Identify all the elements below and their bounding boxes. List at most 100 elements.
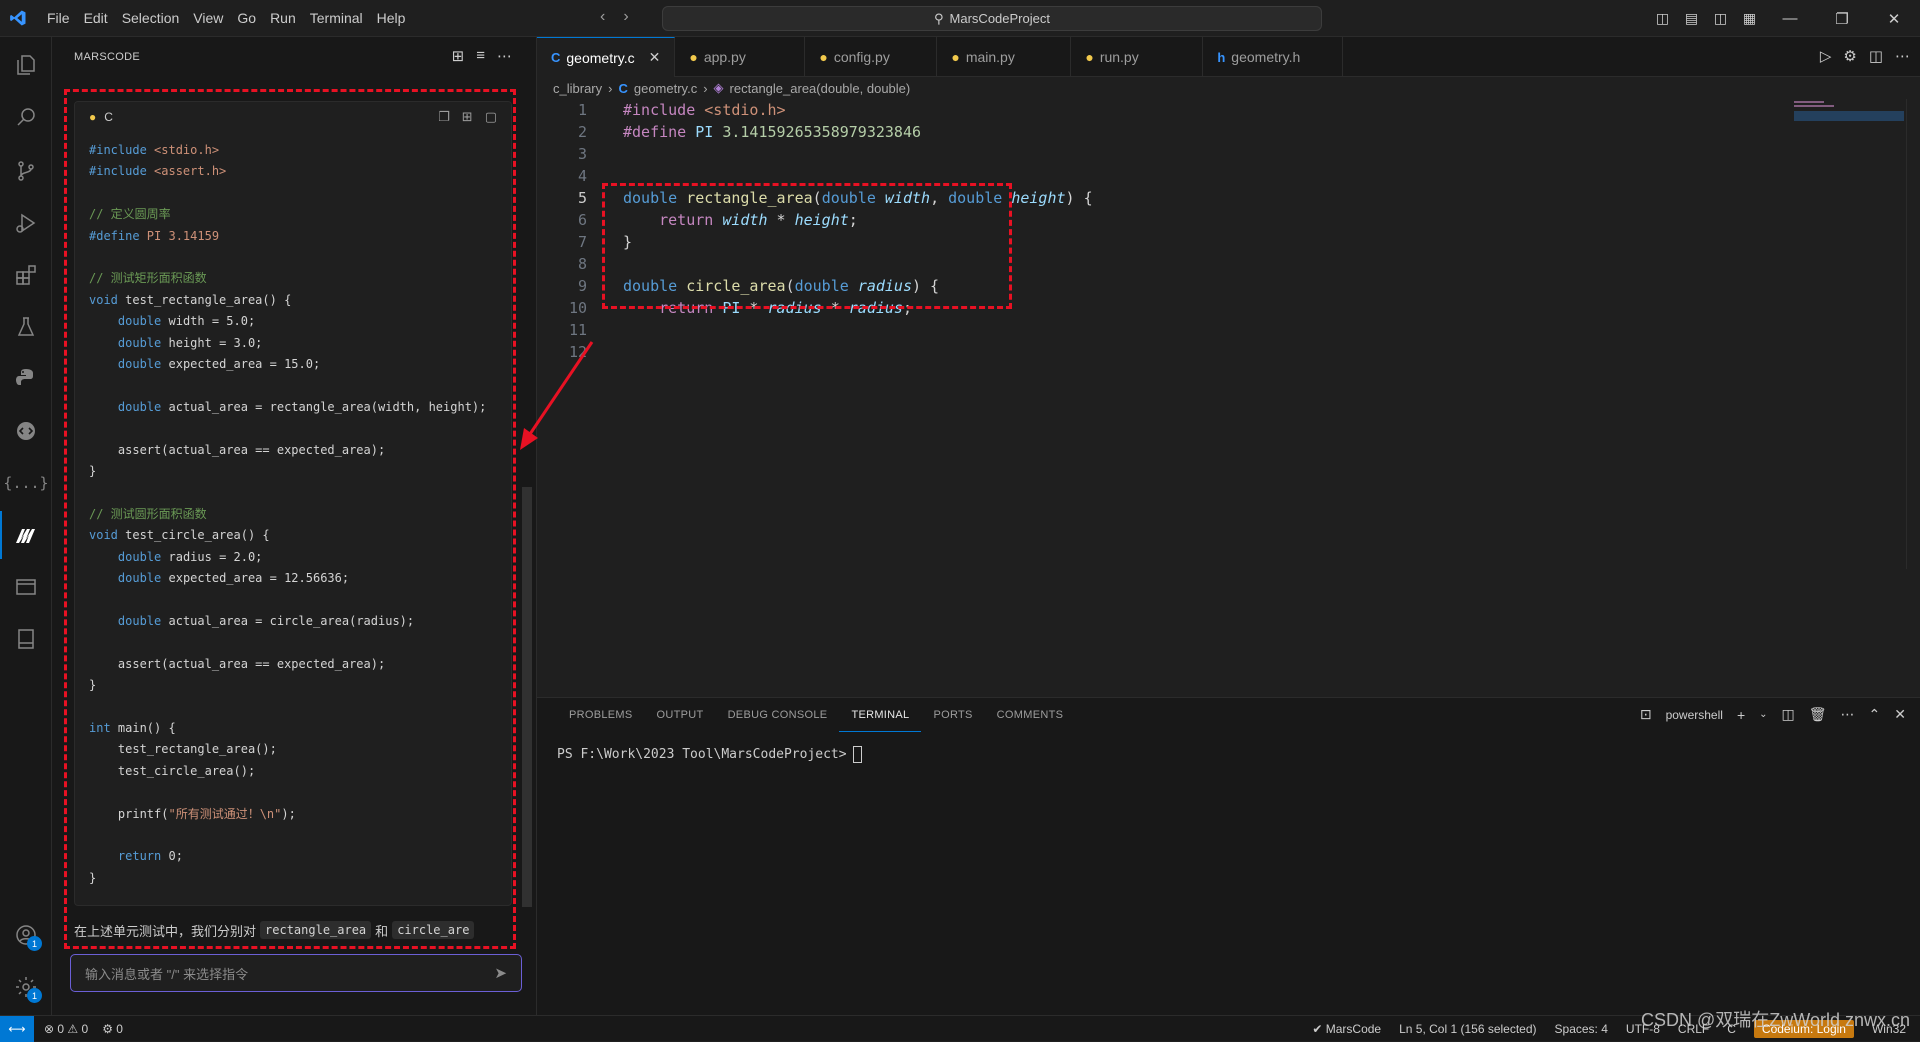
search-view-icon[interactable] [0,93,52,141]
restore-icon[interactable]: ❐ [1816,10,1868,28]
line-number: 3 [577,145,587,163]
line-number: 10 [568,299,587,317]
chat-code-icon[interactable] [0,407,52,455]
terminal-content[interactable]: PS F:\Work\2023 Tool\MarsCodeProject> [557,746,862,763]
summary-code-rectangle: rectangle_area [260,921,372,939]
close-window-icon[interactable]: ✕ [1868,10,1920,28]
run-debug-icon[interactable] [0,199,52,247]
explorer-icon[interactable] [0,41,52,89]
breadcrumb-separator-icon: › [703,80,708,96]
toggle-secondary-sidebar-icon[interactable]: ◫ [1706,10,1735,27]
back-arrow-icon[interactable]: ‹ [600,8,605,26]
breadcrumb-separator-icon: › [608,80,613,96]
tab-problems[interactable]: PROBLEMS [557,698,645,732]
marscode-status[interactable]: ✔ MarsCode [1312,1022,1381,1036]
breadcrumb-symbol[interactable]: rectangle_area(double, double) [730,81,911,96]
minimap[interactable] [1794,99,1904,139]
terminal-shell-label[interactable]: powershell [1666,708,1723,722]
extensions-icon[interactable] [0,251,52,299]
command-center-label: MarsCodeProject [949,11,1050,26]
terminal-prompt: PS F:\Work\2023 Tool\MarsCodeProject> [557,747,847,762]
toggle-panel-icon[interactable]: ▤ [1677,10,1706,27]
tab-comments[interactable]: COMMENTS [985,698,1076,732]
sidebar-scrollbar[interactable] [522,487,532,907]
python-icon[interactable] [0,355,52,403]
title-bar: File Edit Selection View Go Run Terminal… [0,0,1920,37]
split-terminal-icon[interactable]: ◫ [1782,706,1795,723]
breadcrumb-folder[interactable]: c_library [553,81,602,96]
new-terminal-icon[interactable]: + [1737,707,1745,723]
tab-output[interactable]: OUTPUT [645,698,716,732]
tab-ports[interactable]: PORTS [921,698,984,732]
tab-config-py[interactable]: ● config.py [805,37,938,77]
h-file-icon: h [1217,49,1226,65]
maximize-panel-icon[interactable]: ⌃ [1869,706,1881,723]
cursor-position-status[interactable]: Ln 5, Col 1 (156 selected) [1399,1022,1536,1036]
send-icon[interactable]: ➤ [494,964,507,982]
remote-explorer-icon[interactable] [0,563,52,611]
source-control-icon[interactable] [0,147,52,195]
more-actions-icon[interactable]: ⋯ [497,47,512,65]
ports-status[interactable]: ⚙ 0 [102,1022,123,1036]
marscode-icon[interactable] [0,511,52,559]
tab-geometry-h[interactable]: h geometry.h [1203,37,1344,77]
chat-area: ● C ❐ ⊞ ▢ #include <stdio.h> #include <a… [62,87,516,959]
bookmark-icon[interactable] [0,615,52,663]
menu-go[interactable]: Go [230,10,263,26]
tab-main-py[interactable]: ● main.py [937,37,1072,77]
symbol-method-icon: ◈ [713,80,724,95]
editor-scrollbar[interactable] [1906,99,1920,569]
minimize-icon[interactable]: — [1764,10,1816,28]
kill-terminal-icon[interactable]: 🗑 [1809,706,1827,723]
code-editor[interactable]: 1 #include <stdio.h> 2 #define PI 3.141592… [537,99,1917,363]
accounts-icon[interactable]: 1 [0,911,52,959]
tab-geometry-c[interactable]: C geometry.c ✕ [537,37,676,77]
testing-flask-icon[interactable] [0,303,52,351]
problems-status[interactable]: ⊗ 0 ⚠ 0 [44,1022,88,1036]
code-line: 8 [537,253,1917,275]
new-file-icon[interactable]: ▢ [485,109,497,125]
close-panel-icon[interactable]: ✕ [1894,706,1906,723]
code-line: 11 [537,319,1917,341]
settings-gear-icon[interactable]: 1 [0,963,52,1011]
menu-file[interactable]: File [40,10,77,26]
indentation-status[interactable]: Spaces: 4 [1555,1022,1608,1036]
chat-input-field[interactable]: 输入消息或者 "/" 来选择指令 ➤ [70,954,522,992]
menu-terminal[interactable]: Terminal [303,10,370,26]
tab-label: config.py [833,49,890,65]
terminal-shell-icon: ⊡ [1639,706,1652,722]
split-editor-icon[interactable]: ◫ [1869,47,1883,65]
summary-prefix: 在上述单元测试中，我们分别对 [74,923,257,939]
new-chat-icon[interactable]: ⊞ [452,47,465,65]
menu-view[interactable]: View [186,10,230,26]
code-line: 6 return width * height; [537,209,1917,231]
tab-run-py[interactable]: ● run.py [1071,37,1204,77]
editor-more-icon[interactable]: ⋯ [1895,47,1910,65]
menu-help[interactable]: Help [370,10,413,26]
run-file-icon[interactable]: ▷ [1820,47,1832,65]
forward-arrow-icon[interactable]: › [623,8,628,26]
copy-code-icon[interactable]: ❐ [438,109,450,125]
line-number: 1 [577,101,587,119]
toggle-primary-sidebar-icon[interactable]: ◫ [1648,10,1677,27]
terminal-dropdown-icon[interactable]: ⌄ [1759,709,1767,720]
menu-selection[interactable]: Selection [115,10,187,26]
json-braces-icon[interactable]: {...} [0,459,52,507]
menu-edit[interactable]: Edit [77,10,115,26]
tab-terminal[interactable]: TERMINAL [839,698,922,732]
editor-settings-icon[interactable]: ⚙ [1843,47,1856,65]
close-tab-icon[interactable]: ✕ [649,49,661,66]
tab-label: app.py [703,49,746,65]
menu-run[interactable]: Run [263,10,303,26]
breadcrumb-file[interactable]: geometry.c [634,81,697,96]
tab-app-py[interactable]: ● app.py [675,37,806,77]
panel-more-icon[interactable]: ⋯ [1841,706,1855,723]
command-center-search[interactable]: ⚲ MarsCodeProject [662,6,1322,31]
customize-layout-icon[interactable]: ▦ [1735,10,1764,27]
ports-count: 0 [116,1021,123,1036]
remote-indicator-icon[interactable]: ⟷ [0,1015,34,1042]
code-line: 7} [537,231,1917,253]
chat-settings-icon[interactable]: ≡ [476,47,485,65]
insert-code-icon[interactable]: ⊞ [462,109,473,125]
tab-debug-console[interactable]: DEBUG CONSOLE [716,698,840,732]
